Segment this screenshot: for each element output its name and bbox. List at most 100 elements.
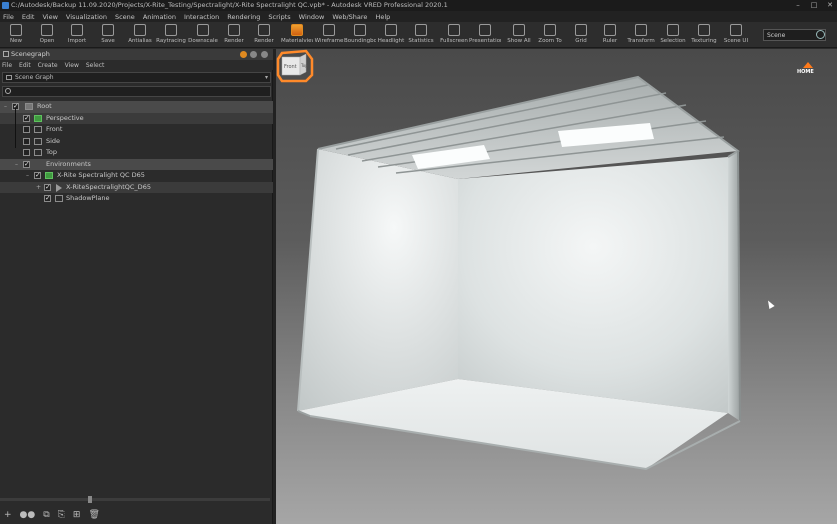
duplicate-icon[interactable]: ⧉: [43, 510, 49, 520]
tree-row-root[interactable]: – Root: [0, 101, 273, 113]
panel-menu-file[interactable]: File: [2, 62, 12, 69]
visibility-checkbox[interactable]: [34, 170, 41, 181]
visibility-checkbox[interactable]: [44, 182, 51, 193]
toolbar-scene-ui-button[interactable]: Scene UI: [720, 23, 752, 47]
tree-row-perspective[interactable]: Perspective: [0, 112, 273, 124]
menu-help[interactable]: Help: [375, 13, 390, 21]
tree-row-environment[interactable]: – X-Rite Spectralight QC D65: [0, 170, 273, 182]
wireframe-icon: [323, 24, 335, 36]
menu-rendering[interactable]: Rendering: [227, 13, 260, 21]
menu-animation[interactable]: Animation: [143, 13, 176, 21]
toolbar-presentation-button[interactable]: Presentation: [469, 23, 501, 47]
maximize-button[interactable]: □: [809, 0, 819, 11]
root-icon: [25, 103, 33, 110]
toolbar-show-all-button[interactable]: Show All: [503, 23, 535, 47]
toolbar-transform-button[interactable]: Transform: [625, 23, 657, 47]
ruler-icon: [604, 24, 616, 36]
panel-pin-icon[interactable]: [240, 51, 247, 58]
tree-row-top[interactable]: Top: [0, 147, 273, 159]
clone-icon[interactable]: ⎘: [58, 510, 65, 520]
toolbar-texturing-button[interactable]: Texturing: [688, 23, 720, 47]
toolbar-materialview-button[interactable]: Materialview: [281, 23, 313, 47]
menu-visualization[interactable]: Visualization: [66, 13, 107, 21]
toolbar-zoom-to-button[interactable]: Zoom To: [534, 23, 566, 47]
menu-interaction[interactable]: Interaction: [184, 13, 219, 21]
menu-file[interactable]: File: [3, 13, 14, 21]
menu-window[interactable]: Window: [299, 13, 325, 21]
visibility-checkbox[interactable]: [23, 149, 30, 156]
panel-menu-edit[interactable]: Edit: [19, 62, 31, 69]
tree-row-geometry[interactable]: + X-RiteSpectralightQC_D65: [0, 181, 273, 193]
tree-row-front[interactable]: Front: [0, 124, 273, 136]
collapse-icon[interactable]: –: [15, 159, 18, 170]
toolbar-grid-button[interactable]: Grid: [565, 23, 597, 47]
home-icon[interactable]: [803, 62, 813, 68]
toolbar-antialias-button[interactable]: Antialias: [124, 23, 156, 47]
close-button[interactable]: ✕: [825, 0, 835, 11]
toolbar-render-button[interactable]: Render: [218, 23, 250, 47]
toolbar-render-camera-button[interactable]: Render: [248, 23, 280, 47]
slider-handle[interactable]: [88, 496, 92, 503]
material-icon: [291, 24, 303, 36]
toolbar-new-button[interactable]: New: [0, 23, 32, 47]
chevron-down-icon: ▾: [264, 74, 268, 81]
tree-row-shadowplane[interactable]: ShadowPlane: [0, 193, 273, 205]
visibility-checkbox[interactable]: [23, 159, 30, 170]
environment-icon: [45, 172, 53, 179]
render-viewport[interactable]: HOME Front Top: [276, 49, 837, 524]
navigation-cube[interactable]: Front Top: [276, 49, 314, 83]
visibility-checkbox[interactable]: [23, 113, 30, 124]
toolbar-fullscreen-button[interactable]: Fullscreen: [438, 23, 470, 47]
group-icon[interactable]: ●●: [20, 510, 36, 520]
toolbar-save-button[interactable]: Save: [92, 23, 124, 47]
toolbar-statistics-button[interactable]: Statistics: [405, 23, 437, 47]
toolbar-wireframe-button[interactable]: Wireframe: [313, 23, 345, 47]
toolbar-downscale-button[interactable]: Downscale: [187, 23, 219, 47]
navcube-front-face: Front: [284, 64, 297, 70]
navcube-right-face: Top: [300, 63, 308, 68]
toolbar-raytracing-button[interactable]: Raytracing: [155, 23, 187, 47]
grid-icon: [575, 24, 587, 36]
presentation-icon: [479, 24, 491, 36]
toolbar-import-button[interactable]: Import: [61, 23, 93, 47]
collapse-icon[interactable]: –: [4, 101, 7, 112]
tree-row-side[interactable]: Side: [0, 136, 273, 148]
panel-close-icon[interactable]: [261, 51, 268, 58]
minimize-button[interactable]: –: [793, 0, 803, 11]
visibility-checkbox[interactable]: [44, 193, 51, 204]
menu-web-share[interactable]: Web/Share: [332, 13, 367, 21]
panel-float-icon[interactable]: [250, 51, 257, 58]
menu-scripts[interactable]: Scripts: [268, 13, 290, 21]
toolbar-ruler-button[interactable]: Ruler: [594, 23, 626, 47]
visibility-checkbox[interactable]: [23, 137, 30, 145]
scenegraph-search-input[interactable]: [2, 86, 271, 97]
search-icon: [5, 88, 11, 94]
scene-ui-icon: [730, 24, 742, 36]
panel-menu-view[interactable]: View: [65, 62, 79, 69]
toolbar-open-button[interactable]: Open: [31, 23, 63, 47]
menu-scene[interactable]: Scene: [115, 13, 135, 21]
geometry-icon: [56, 183, 62, 192]
tree-row-label: Environments: [46, 159, 91, 168]
navcube-home-label[interactable]: HOME: [797, 69, 814, 75]
panel-menu-select[interactable]: Select: [86, 62, 105, 69]
menu-edit[interactable]: Edit: [22, 13, 35, 21]
toolbar-selection-button[interactable]: Selection: [657, 23, 689, 47]
scenegraph-panel: Scenegraph File Edit Create View Select …: [0, 49, 273, 524]
zoom-to-icon: [544, 24, 556, 36]
tree-row-environments[interactable]: – Environments: [0, 158, 273, 170]
toolbar-boundingbox-button[interactable]: Boundingbox: [344, 23, 376, 47]
expand-icon[interactable]: +: [36, 182, 41, 193]
transform-node-icon[interactable]: ⊞: [73, 510, 81, 520]
add-node-icon[interactable]: +: [4, 510, 12, 520]
menu-view[interactable]: View: [42, 13, 57, 21]
user-icon[interactable]: [816, 30, 825, 39]
visibility-checkbox[interactable]: [23, 126, 30, 133]
toolbar-headlight-button[interactable]: Headlight: [375, 23, 407, 47]
scene-graph-select[interactable]: Scene Graph ▾: [2, 72, 271, 83]
delete-icon[interactable]: 🗑: [88, 510, 99, 520]
panel-menu-create[interactable]: Create: [38, 62, 58, 69]
panel-zoom-slider[interactable]: [0, 496, 270, 503]
collapse-icon[interactable]: –: [26, 170, 29, 181]
texturing-icon: [698, 24, 710, 36]
